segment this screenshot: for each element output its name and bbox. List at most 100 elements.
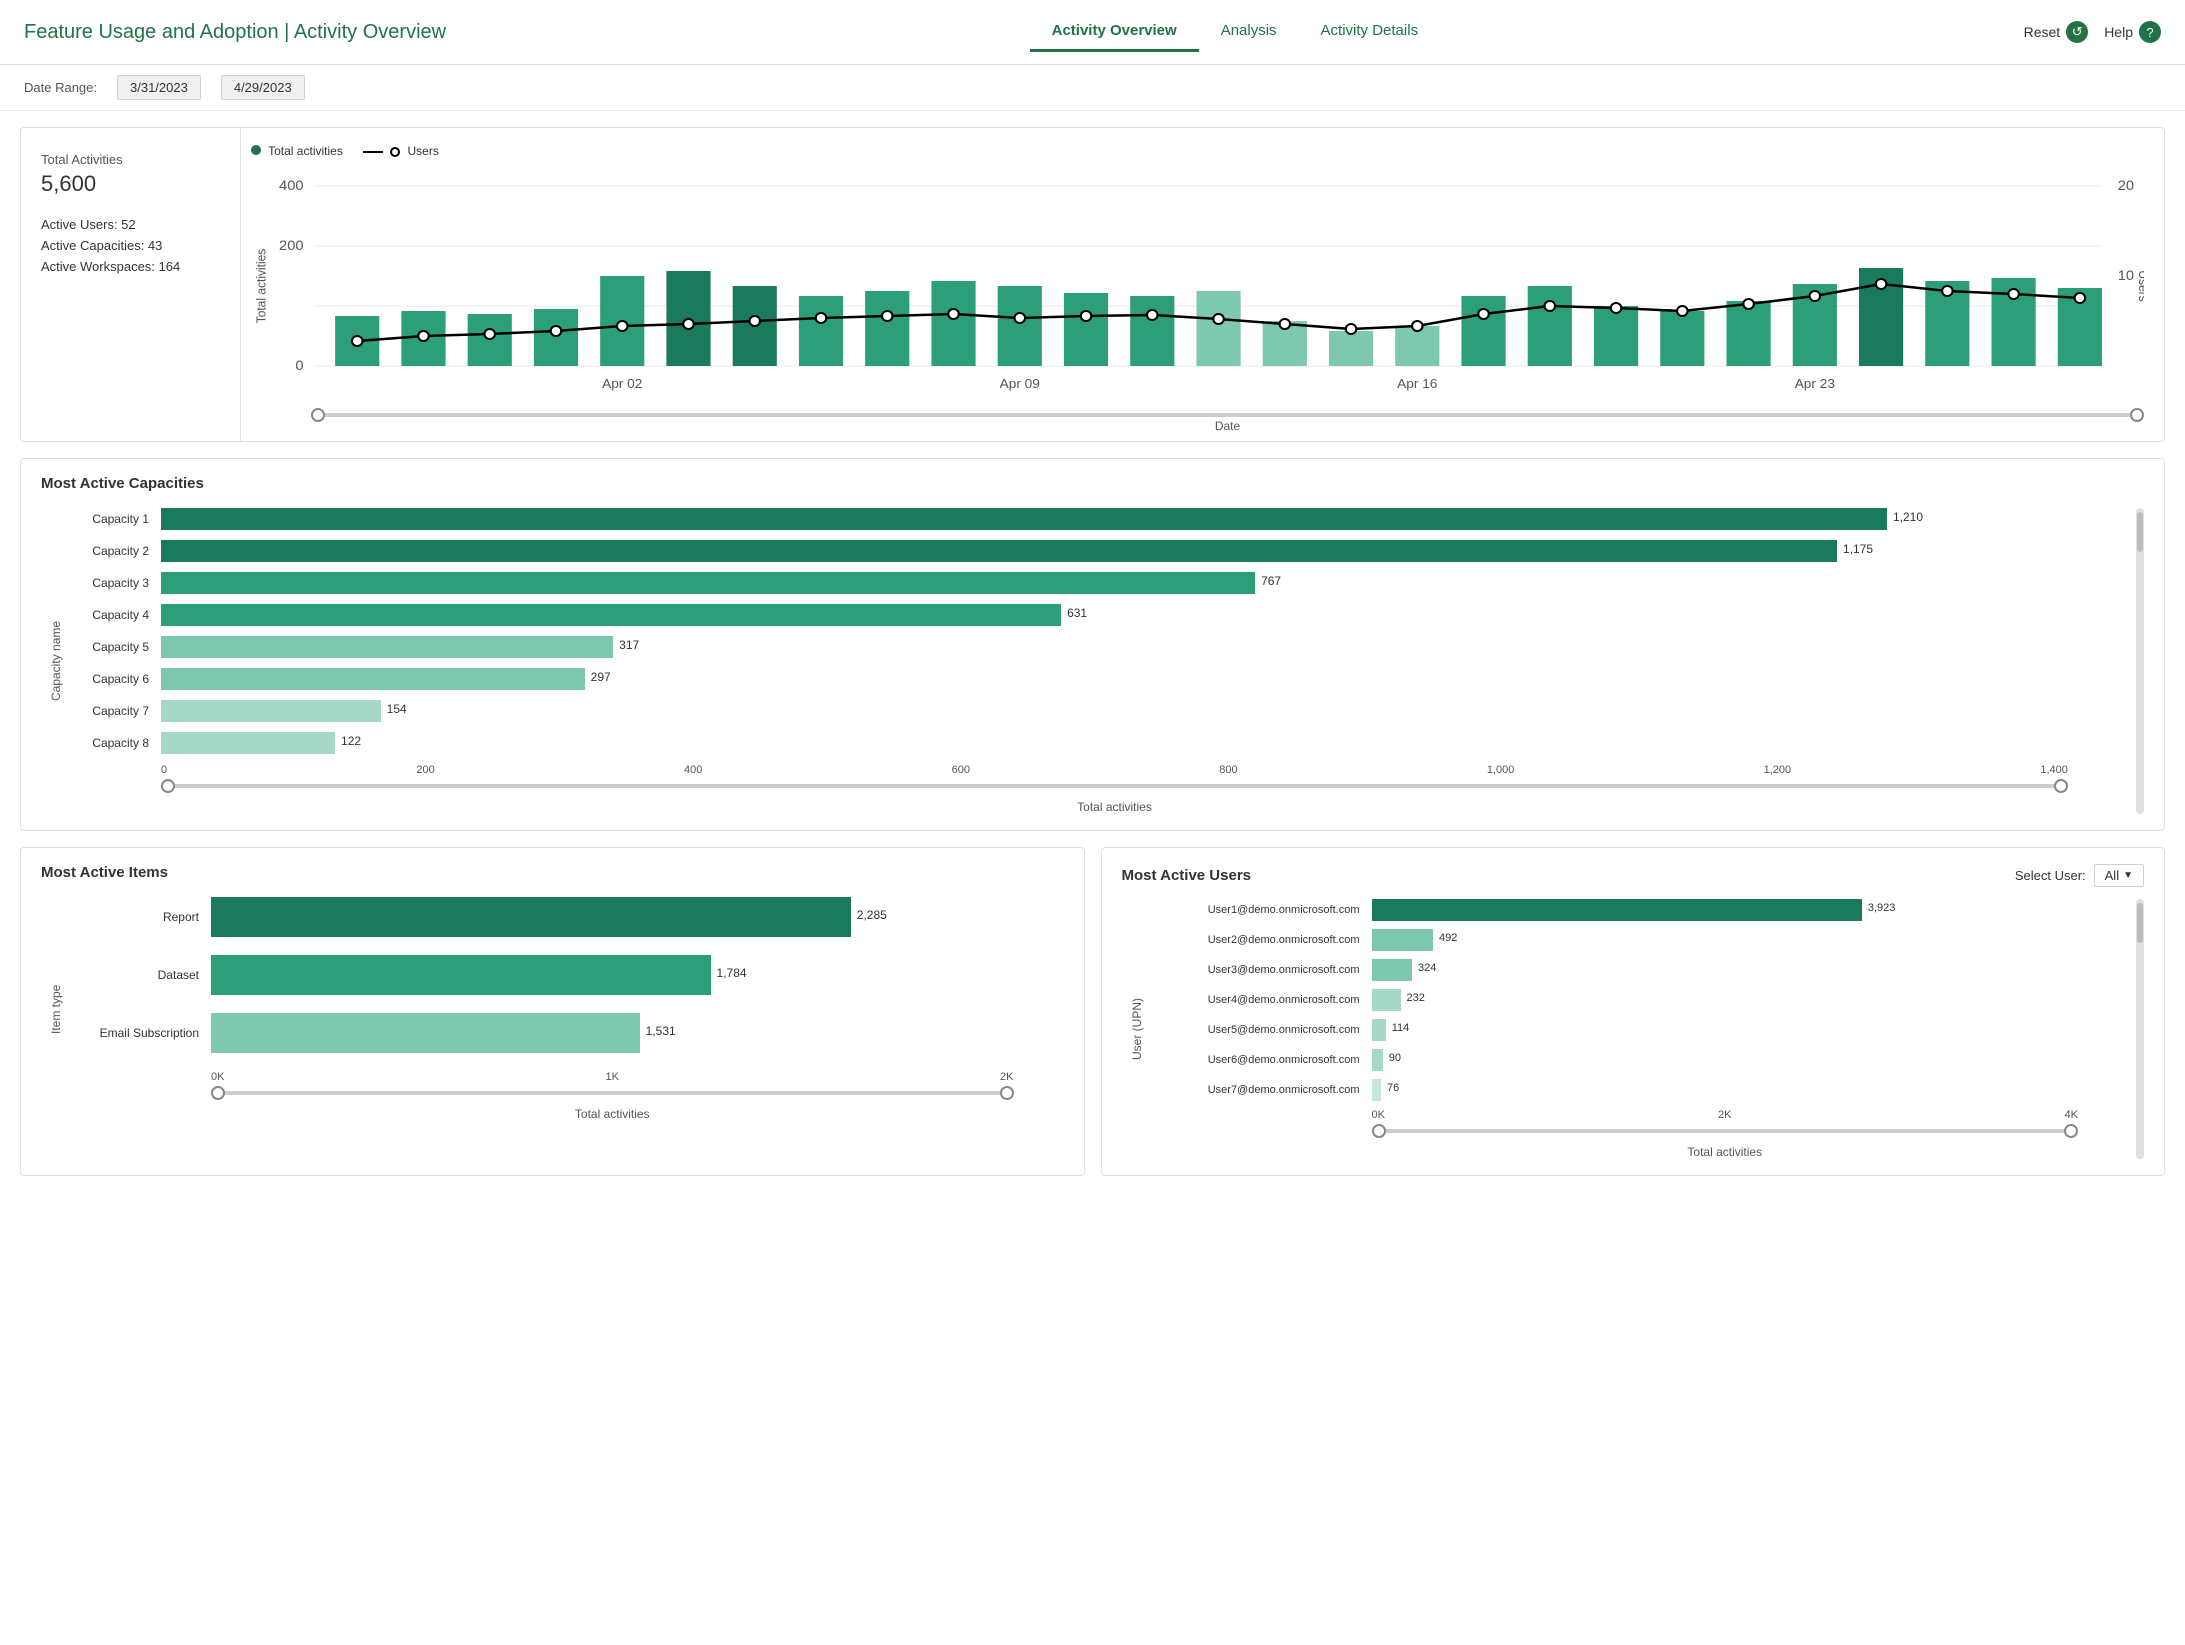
page-title: Feature Usage and Adoption | Activity Ov… <box>24 21 446 44</box>
slider-right-thumb[interactable] <box>2130 408 2144 422</box>
svg-text:200: 200 <box>279 238 304 254</box>
items-bar-row: Email Subscription 1,531 <box>71 1013 1014 1053</box>
svg-text:Apr 16: Apr 16 <box>1397 376 1437 391</box>
tab-analysis[interactable]: Analysis <box>1199 12 1299 52</box>
x-tick: 2K <box>1000 1071 1013 1083</box>
slider-left[interactable] <box>1372 1124 1386 1138</box>
users-y-axis-label: User (UPN) <box>1122 899 1152 1159</box>
items-bar-label: Report <box>71 910 211 924</box>
items-bar-value: 1,531 <box>646 1024 1059 1038</box>
items-bar-track: 1,784 <box>211 955 1014 995</box>
x-tick: 1,000 <box>1487 764 1515 776</box>
bar-label: Capacity 4 <box>71 608 161 622</box>
active-users: Active Users: 52 <box>41 217 220 232</box>
bottom-section: Most Active Items Item type Report 2,285… <box>20 847 2165 1176</box>
bar-value: 122 <box>341 734 2113 748</box>
select-user-dropdown[interactable]: All ▼ <box>2094 864 2144 887</box>
svg-text:0: 0 <box>295 358 303 374</box>
bar-value: 631 <box>1067 606 2113 620</box>
slider-left[interactable] <box>161 779 175 793</box>
bar-fill <box>161 668 585 690</box>
help-button[interactable]: Help ? <box>2104 21 2161 43</box>
tab-activity-details[interactable]: Activity Details <box>1299 12 1441 52</box>
top-chart-x-label: Date <box>251 419 2144 433</box>
active-workspaces: Active Workspaces: 164 <box>41 259 220 274</box>
user-bar-row: User6@demo.onmicrosoft.com 90 <box>1152 1049 2079 1071</box>
user-bar-track: 76 <box>1372 1079 2079 1101</box>
user-bar-value: 3,923 <box>1868 902 2118 914</box>
user-bar-row: User5@demo.onmicrosoft.com 114 <box>1152 1019 2079 1041</box>
bar-row: Capacity 2 1,175 <box>71 540 2068 562</box>
x-tick: 4K <box>2065 1109 2078 1121</box>
bar-row: Capacity 7 154 <box>71 700 2068 722</box>
slider-left[interactable] <box>211 1086 225 1100</box>
user-label: User4@demo.onmicrosoft.com <box>1152 994 1372 1006</box>
chart-legend: Total activities Users <box>251 144 2144 158</box>
x-tick: 600 <box>952 764 970 776</box>
items-chart-container: Item type Report 2,285 Dataset 1,784 Ema… <box>41 897 1064 1121</box>
chart-slider[interactable] <box>71 776 2068 796</box>
users-title: Most Active Users <box>1122 867 1252 884</box>
items-bar-fill <box>211 897 851 937</box>
bar-value: 1,210 <box>1893 510 2113 524</box>
stats-panel: Total Activities 5,600 Active Users: 52 … <box>21 128 241 441</box>
active-capacities: Active Capacities: 43 <box>41 238 220 253</box>
users-panel: Most Active Users Select User: All ▼ Use… <box>1101 847 2166 1176</box>
legend-circle-users <box>390 147 400 157</box>
items-x-label: Total activities <box>71 1107 1014 1121</box>
items-slider[interactable] <box>71 1083 1014 1103</box>
date-end-button[interactable]: 4/29/2023 <box>221 75 305 100</box>
top-chart-slider[interactable] <box>251 409 2144 417</box>
users-chart-container: User (UPN) User1@demo.onmicrosoft.com 3,… <box>1122 899 2145 1159</box>
date-start-button[interactable]: 3/31/2023 <box>117 75 201 100</box>
slider-left-thumb[interactable] <box>311 408 325 422</box>
svg-text:Total activities: Total activities <box>254 249 268 324</box>
items-bar-label: Email Subscription <box>71 1026 211 1040</box>
slider-right[interactable] <box>1000 1086 1014 1100</box>
legend-users: Users <box>363 144 439 158</box>
user-bar-fill <box>1372 989 1401 1011</box>
bar-value: 154 <box>387 702 2113 716</box>
user-bar-fill <box>1372 899 1862 921</box>
total-activities-value: 5,600 <box>41 171 220 197</box>
x-tick: 1,400 <box>2040 764 2068 776</box>
user-label: User1@demo.onmicrosoft.com <box>1152 904 1372 916</box>
toolbar: Date Range: 3/31/2023 4/29/2023 <box>0 65 2185 111</box>
x-tick: 400 <box>684 764 702 776</box>
bar-fill <box>161 732 335 754</box>
users-scrollbar[interactable] <box>2136 899 2144 1159</box>
user-bar-value: 232 <box>1407 992 2119 1004</box>
scrollbar-thumb <box>2137 512 2143 552</box>
users-header: Most Active Users Select User: All ▼ <box>1122 864 2145 887</box>
bar-row: Capacity 8 122 <box>71 732 2068 754</box>
slider-right[interactable] <box>2064 1124 2078 1138</box>
tab-activity-overview[interactable]: Activity Overview <box>1030 12 1199 52</box>
reset-button[interactable]: Reset ↺ <box>2024 21 2089 43</box>
x-tick: 0K <box>1372 1109 1385 1121</box>
top-chart-area: Total activities Users 4 <box>241 128 2164 441</box>
user-bar-track: 114 <box>1372 1019 2079 1041</box>
items-bar-value: 2,285 <box>857 908 1059 922</box>
bar-track: 767 <box>161 572 2068 594</box>
user-bar-track: 3,923 <box>1372 899 2079 921</box>
user-bar-track: 492 <box>1372 929 2079 951</box>
bar-track: 1,175 <box>161 540 2068 562</box>
capacity-title: Most Active Capacities <box>41 475 2144 492</box>
users-x-label: Total activities <box>1152 1145 2079 1159</box>
capacity-y-axis-label: Capacity name <box>41 508 71 814</box>
main-content: Total Activities 5,600 Active Users: 52 … <box>0 111 2185 1192</box>
items-bar-fill <box>211 1013 640 1053</box>
select-user-container: Select User: All ▼ <box>2015 864 2144 887</box>
items-bar-fill <box>211 955 711 995</box>
bar-row: Capacity 5 317 <box>71 636 2068 658</box>
bar-fill <box>161 508 1887 530</box>
capacity-scrollbar[interactable] <box>2136 508 2144 814</box>
items-bars: Report 2,285 Dataset 1,784 Email Subscri… <box>71 897 1064 1121</box>
users-slider[interactable] <box>1152 1121 2079 1141</box>
items-bar-row: Dataset 1,784 <box>71 955 1014 995</box>
top-section: Total Activities 5,600 Active Users: 52 … <box>20 127 2165 442</box>
x-tick: 0K <box>211 1071 224 1083</box>
users-scrollbar-thumb <box>2137 903 2143 943</box>
slider-right[interactable] <box>2054 779 2068 793</box>
bar-fill <box>161 636 613 658</box>
